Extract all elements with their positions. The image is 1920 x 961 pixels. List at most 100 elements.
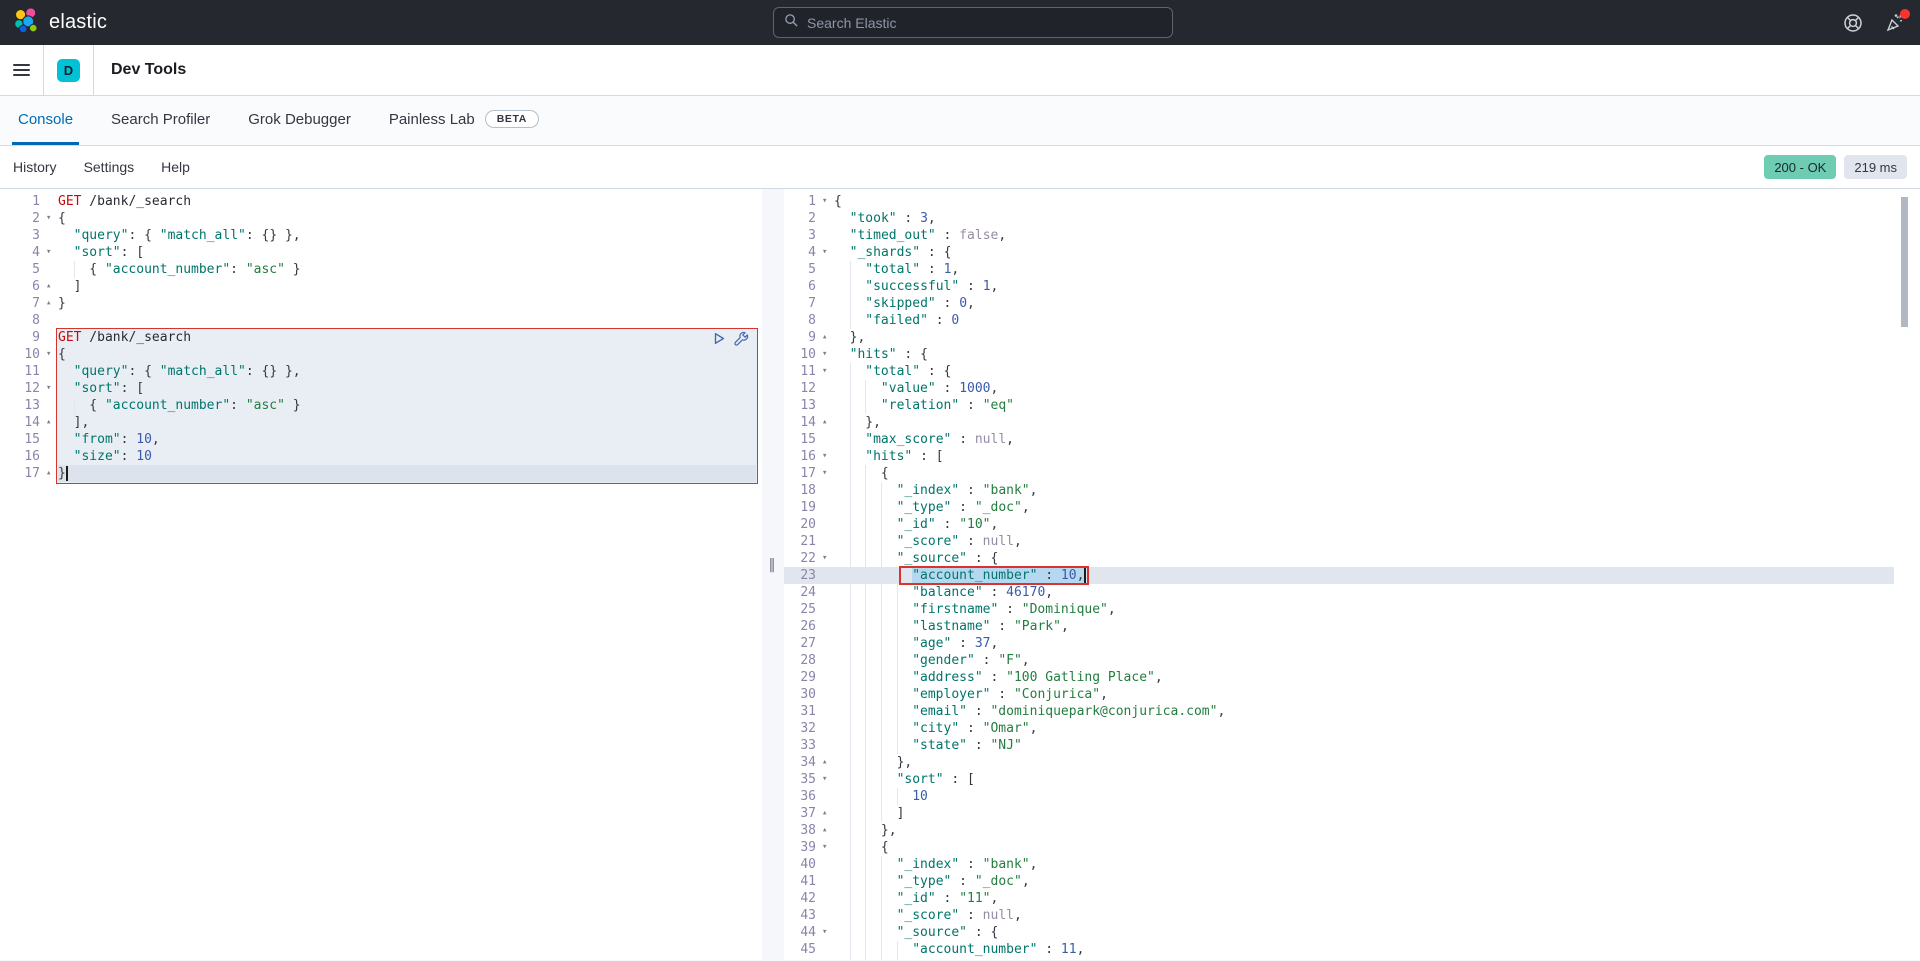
code-line-30[interactable]: 30 "employer" : "Conjurica", xyxy=(784,686,1894,703)
fold-arrow-icon[interactable]: ▾ xyxy=(44,210,58,227)
code-line-19[interactable]: 19 "_type" : "_doc", xyxy=(784,499,1894,516)
code-line-31[interactable]: 31 "email" : "dominiquepark@conjurica.co… xyxy=(784,703,1894,720)
code-line-7[interactable]: 7▴} xyxy=(0,295,762,312)
fold-arrow-icon[interactable]: ▴ xyxy=(44,278,58,295)
code-line-3[interactable]: 3 "timed_out" : false, xyxy=(784,227,1894,244)
tab-search-profiler[interactable]: Search Profiler xyxy=(105,96,216,145)
fold-arrow-icon[interactable]: ▾ xyxy=(44,380,58,397)
code-line-14[interactable]: 14▴ ], xyxy=(0,414,762,431)
nav-menu-button[interactable] xyxy=(0,45,44,95)
request-editor[interactable]: 1GET /bank/_search2▾{3 "query": { "match… xyxy=(0,189,762,960)
code-line-12[interactable]: 12▾ "sort": [ xyxy=(0,380,762,397)
code-line-7[interactable]: 7 "skipped" : 0, xyxy=(784,295,1894,312)
code-line-13[interactable]: 13 { "account_number": "asc" } xyxy=(0,397,762,414)
elastic-brand[interactable]: elastic xyxy=(0,7,107,39)
console-link-history[interactable]: History xyxy=(13,159,57,175)
fold-arrow-icon[interactable]: ▴ xyxy=(44,414,58,431)
tab-grok-debugger[interactable]: Grok Debugger xyxy=(242,96,357,145)
code-line-17[interactable]: 17▴} xyxy=(0,465,762,482)
code-line-12[interactable]: 12 "value" : 1000, xyxy=(784,380,1894,397)
code-line-17[interactable]: 17▾ { xyxy=(784,465,1894,482)
code-line-22[interactable]: 22▾ "_source" : { xyxy=(784,550,1894,567)
code-line-38[interactable]: 38▴ }, xyxy=(784,822,1894,839)
fold-arrow-icon[interactable]: ▾ xyxy=(820,465,834,482)
fold-arrow-icon[interactable]: ▴ xyxy=(820,414,834,431)
code-line-24[interactable]: 24 "balance" : 46170, xyxy=(784,584,1894,601)
code-line-8[interactable]: 8 xyxy=(0,312,762,329)
fold-arrow-icon[interactable]: ▴ xyxy=(820,329,834,346)
code-line-45[interactable]: 45 "account_number" : 11, xyxy=(784,941,1894,958)
code-line-14[interactable]: 14▴ }, xyxy=(784,414,1894,431)
fold-arrow-icon[interactable]: ▾ xyxy=(820,346,834,363)
code-line-35[interactable]: 35▾ "sort" : [ xyxy=(784,771,1894,788)
code-line-9[interactable]: 9▴ }, xyxy=(784,329,1894,346)
code-line-41[interactable]: 41 "_type" : "_doc", xyxy=(784,873,1894,890)
code-line-10[interactable]: 10▾{ xyxy=(0,346,762,363)
fold-arrow-icon[interactable]: ▴ xyxy=(44,295,58,312)
code-line-33[interactable]: 33 "state" : "NJ" xyxy=(784,737,1894,754)
fold-arrow-icon[interactable]: ▾ xyxy=(820,244,834,261)
code-line-10[interactable]: 10▾ "hits" : { xyxy=(784,346,1894,363)
fold-arrow-icon[interactable]: ▴ xyxy=(820,822,834,839)
console-link-settings[interactable]: Settings xyxy=(84,159,135,175)
fold-arrow-icon[interactable]: ▾ xyxy=(820,363,834,380)
code-line-13[interactable]: 13 "relation" : "eq" xyxy=(784,397,1894,414)
fold-arrow-icon[interactable]: ▾ xyxy=(820,771,834,788)
code-line-4[interactable]: 4▾ "_shards" : { xyxy=(784,244,1894,261)
code-line-23[interactable]: 23 "account_number" : 10, xyxy=(784,567,1894,584)
code-line-28[interactable]: 28 "gender" : "F", xyxy=(784,652,1894,669)
code-line-27[interactable]: 27 "age" : 37, xyxy=(784,635,1894,652)
response-editor[interactable]: 1▾{2 "took" : 3,3 "timed_out" : false,4▾… xyxy=(784,189,1920,960)
tab-painless-lab[interactable]: Painless LabBETA xyxy=(383,96,545,145)
code-line-34[interactable]: 34▴ }, xyxy=(784,754,1894,771)
console-link-help[interactable]: Help xyxy=(161,159,190,175)
global-search[interactable] xyxy=(773,7,1173,38)
fold-arrow-icon[interactable]: ▾ xyxy=(44,244,58,261)
wrench-button[interactable] xyxy=(734,331,749,346)
scrollbar-thumb[interactable] xyxy=(1901,197,1908,327)
help-icon[interactable] xyxy=(1842,12,1864,34)
code-line-6[interactable]: 6 "successful" : 1, xyxy=(784,278,1894,295)
code-line-11[interactable]: 11 "query": { "match_all": {} }, xyxy=(0,363,762,380)
space-avatar[interactable]: D xyxy=(57,59,80,82)
fold-arrow-icon[interactable]: ▴ xyxy=(820,805,834,822)
fold-arrow-icon[interactable]: ▾ xyxy=(820,924,834,941)
code-line-6[interactable]: 6▴ ] xyxy=(0,278,762,295)
code-line-26[interactable]: 26 "lastname" : "Park", xyxy=(784,618,1894,635)
code-line-39[interactable]: 39▾ { xyxy=(784,839,1894,856)
code-line-2[interactable]: 2▾{ xyxy=(0,210,762,227)
code-line-46[interactable]: 46 "balance" : 20203, xyxy=(784,958,1894,960)
code-line-20[interactable]: 20 "_id" : "10", xyxy=(784,516,1894,533)
code-line-2[interactable]: 2 "took" : 3, xyxy=(784,210,1894,227)
fold-arrow-icon[interactable]: ▾ xyxy=(44,346,58,363)
send-request-button[interactable] xyxy=(712,331,726,346)
code-line-11[interactable]: 11▾ "total" : { xyxy=(784,363,1894,380)
code-line-8[interactable]: 8 "failed" : 0 xyxy=(784,312,1894,329)
code-line-16[interactable]: 16▾ "hits" : [ xyxy=(784,448,1894,465)
search-input[interactable] xyxy=(807,15,1162,31)
fold-arrow-icon[interactable]: ▾ xyxy=(820,193,834,210)
code-line-15[interactable]: 15 "from": 10, xyxy=(0,431,762,448)
code-line-5[interactable]: 5 "total" : 1, xyxy=(784,261,1894,278)
fold-arrow-icon[interactable]: ▴ xyxy=(44,465,58,482)
code-line-1[interactable]: 1GET /bank/_search xyxy=(0,193,762,210)
code-line-36[interactable]: 36 10 xyxy=(784,788,1894,805)
panel-resize-handle[interactable]: ‖ xyxy=(760,557,784,579)
code-line-37[interactable]: 37▴ ] xyxy=(784,805,1894,822)
code-line-44[interactable]: 44▾ "_source" : { xyxy=(784,924,1894,941)
fold-arrow-icon[interactable]: ▴ xyxy=(820,754,834,771)
code-line-40[interactable]: 40 "_index" : "bank", xyxy=(784,856,1894,873)
code-line-3[interactable]: 3 "query": { "match_all": {} }, xyxy=(0,227,762,244)
code-line-21[interactable]: 21 "_score" : null, xyxy=(784,533,1894,550)
newsfeed-icon[interactable] xyxy=(1884,12,1906,34)
code-line-9[interactable]: 9GET /bank/_search xyxy=(0,329,762,346)
fold-arrow-icon[interactable]: ▾ xyxy=(820,550,834,567)
fold-arrow-icon[interactable]: ▾ xyxy=(820,839,834,856)
code-line-43[interactable]: 43 "_score" : null, xyxy=(784,907,1894,924)
code-line-5[interactable]: 5 { "account_number": "asc" } xyxy=(0,261,762,278)
code-line-18[interactable]: 18 "_index" : "bank", xyxy=(784,482,1894,499)
code-line-32[interactable]: 32 "city" : "Omar", xyxy=(784,720,1894,737)
code-line-1[interactable]: 1▾{ xyxy=(784,193,1894,210)
tab-console[interactable]: Console xyxy=(12,96,79,145)
code-line-16[interactable]: 16 "size": 10 xyxy=(0,448,762,465)
